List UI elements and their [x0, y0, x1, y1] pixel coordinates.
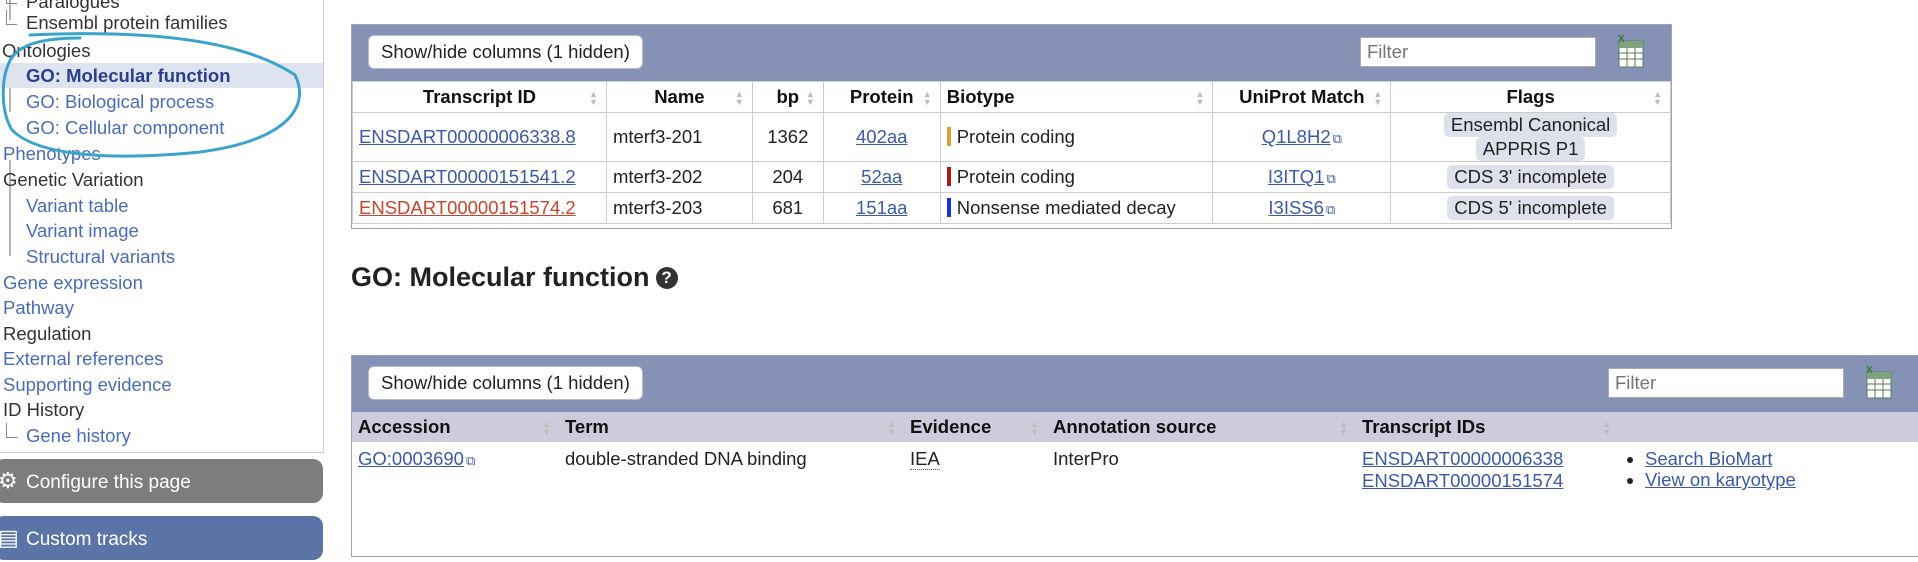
- biotype-color-bar: [946, 167, 951, 186]
- go-term: double-stranded DNA binding: [565, 448, 807, 469]
- col-name[interactable]: Name ▲ ▼: [605, 81, 753, 113]
- gear-icon: ⚙: [0, 468, 18, 493]
- external-link-icon: ⧉: [1325, 202, 1336, 217]
- external-link-icon: ⧉: [1326, 171, 1336, 186]
- go-table-toolbar: Show/hide columns (1 hidden) X: [352, 356, 1918, 412]
- svg-text:X: X: [1618, 34, 1625, 45]
- nav-item-gene-expression[interactable]: Gene expression: [3, 270, 143, 295]
- col-accession[interactable]: Accession ▲ ▼: [352, 412, 559, 442]
- nav-item-supporting-evidence[interactable]: Supporting evidence: [3, 372, 172, 397]
- transcript-filter-input[interactable]: [1360, 37, 1596, 67]
- col-actions: [1619, 412, 1918, 442]
- transcript-bp: 1362: [751, 112, 824, 162]
- protein-link[interactable]: 151aa: [856, 197, 907, 218]
- transcript-id-link[interactable]: ENSDART00000151574: [1362, 470, 1563, 491]
- biotype-label: Nonsense mediated decay: [956, 197, 1176, 218]
- custom-tracks-button[interactable]: ▤ Custom tracks: [0, 516, 323, 560]
- col-flags[interactable]: Flags ▲ ▼: [1390, 81, 1671, 113]
- annotation-source: InterPro: [1053, 448, 1119, 469]
- go-table: Accession ▲ ▼ Term ▲ ▼ Evidence ▲ ▼ Annotation…: [352, 412, 1918, 498]
- annotation-circle: [1, 32, 301, 158]
- configure-page-button[interactable]: ⚙ Configure this page: [0, 459, 323, 503]
- table-row: ENSDART00000151574.2 mterf3-203 681 151a…: [352, 192, 1671, 224]
- biotype-color-bar: [946, 198, 951, 217]
- help-icon[interactable]: ?: [655, 267, 678, 289]
- flag-badge: APPRIS P1: [1475, 137, 1586, 161]
- transcript-id-link[interactable]: ENSDART00000006338.8: [359, 126, 576, 147]
- transcript-table-toolbar: Show/hide columns (1 hidden) X: [352, 25, 1671, 81]
- transcript-bp: 681: [751, 192, 824, 224]
- table-row: ENSDART00000006338.8 mterf3-201 1362 402…: [352, 112, 1671, 162]
- uniprot-link[interactable]: I3ITQ1: [1268, 166, 1325, 187]
- col-term[interactable]: Term ▲ ▼: [559, 412, 904, 442]
- export-excel-icon[interactable]: X: [1616, 33, 1646, 69]
- transcript-name: mterf3-201: [605, 112, 753, 162]
- transcript-id-link[interactable]: ENSDART00000151541.2: [359, 166, 576, 187]
- nav-item-variant-image[interactable]: Variant image: [26, 218, 139, 243]
- col-uniprot-match[interactable]: UniProt Match ▲ ▼: [1212, 81, 1392, 113]
- evidence-code[interactable]: IEA: [910, 448, 940, 470]
- nav-item-gene-history[interactable]: Gene history: [6, 423, 131, 448]
- transcript-name: mterf3-203: [605, 192, 753, 224]
- transcript-table-panel: Show/hide columns (1 hidden) X Transcrip…: [351, 24, 1672, 229]
- nav-item-pathway[interactable]: Pathway: [3, 295, 74, 320]
- protein-link[interactable]: 402aa: [856, 126, 907, 147]
- protein-link[interactable]: 52aa: [861, 166, 902, 187]
- transcript-id-link[interactable]: ENSDART00000006338: [1362, 448, 1563, 469]
- transcript-table: Transcript ID ▲ ▼ Name ▲ ▼ bp ▲ ▼ Protein ▲ ▼ Bi…: [352, 81, 1671, 224]
- go-table-panel: Show/hide columns (1 hidden) X Accession…: [351, 355, 1918, 557]
- col-biotype[interactable]: Biotype ▲ ▼: [939, 81, 1214, 113]
- nav-item-genetic-variation: Genetic Variation: [3, 169, 144, 190]
- view-karyotype-link[interactable]: View on karyotype: [1645, 469, 1796, 490]
- nav-item-id-history: ID History: [3, 399, 85, 420]
- table-row: ENSDART00000151541.2 mterf3-202 204 52aa…: [352, 161, 1671, 193]
- uniprot-link[interactable]: Q1L8H2: [1262, 126, 1331, 147]
- nav-item-variant-table[interactable]: Variant table: [26, 193, 129, 218]
- col-transcript-ids[interactable]: Transcript IDs ▲ ▼: [1356, 412, 1619, 442]
- nav-item-regulation[interactable]: Regulation: [3, 321, 91, 346]
- go-filter-input[interactable]: [1608, 368, 1844, 398]
- table-row: GO:0003690 ⧉ double-stranded DNA binding …: [352, 442, 1918, 498]
- transcript-id-link[interactable]: ENSDART00000151574.2: [359, 197, 576, 218]
- col-annotation-source[interactable]: Annotation source ▲ ▼: [1047, 412, 1356, 442]
- flag-badge: Ensembl Canonical: [1443, 113, 1618, 137]
- go-show-hide-columns-button[interactable]: Show/hide columns (1 hidden): [368, 366, 643, 400]
- biotype-label: Protein coding: [956, 126, 1075, 147]
- biotype-color-bar: [946, 127, 951, 146]
- flag-badge: CDS 3' incomplete: [1447, 165, 1614, 189]
- external-link-icon: ⧉: [465, 453, 476, 468]
- uniprot-link[interactable]: I3ISS6: [1268, 197, 1324, 218]
- transcript-bp: 204: [751, 161, 824, 193]
- search-biomart-link[interactable]: Search BioMart: [1645, 448, 1773, 469]
- nav-item-structural-variants[interactable]: Structural variants: [26, 244, 175, 269]
- nav-item-external-references[interactable]: External references: [3, 346, 163, 371]
- svg-text:X: X: [1866, 365, 1873, 376]
- external-link-icon: ⧉: [1332, 131, 1342, 146]
- col-bp[interactable]: bp ▲ ▼: [751, 81, 824, 113]
- col-transcript-id[interactable]: Transcript ID ▲ ▼: [352, 81, 607, 113]
- show-hide-columns-button[interactable]: Show/hide columns (1 hidden): [368, 35, 643, 69]
- biotype-label: Protein coding: [956, 166, 1075, 187]
- col-evidence[interactable]: Evidence ▲ ▼: [904, 412, 1047, 442]
- go-export-excel-icon[interactable]: X: [1864, 364, 1894, 400]
- transcript-name: mterf3-202: [605, 161, 753, 193]
- flag-badge: CDS 5' incomplete: [1447, 196, 1614, 220]
- col-protein[interactable]: Protein ▲ ▼: [822, 81, 941, 113]
- go-accession-link[interactable]: GO:0003690: [358, 448, 464, 469]
- page-icon: ▤: [0, 525, 19, 550]
- section-heading: GO: Molecular function?: [351, 262, 678, 293]
